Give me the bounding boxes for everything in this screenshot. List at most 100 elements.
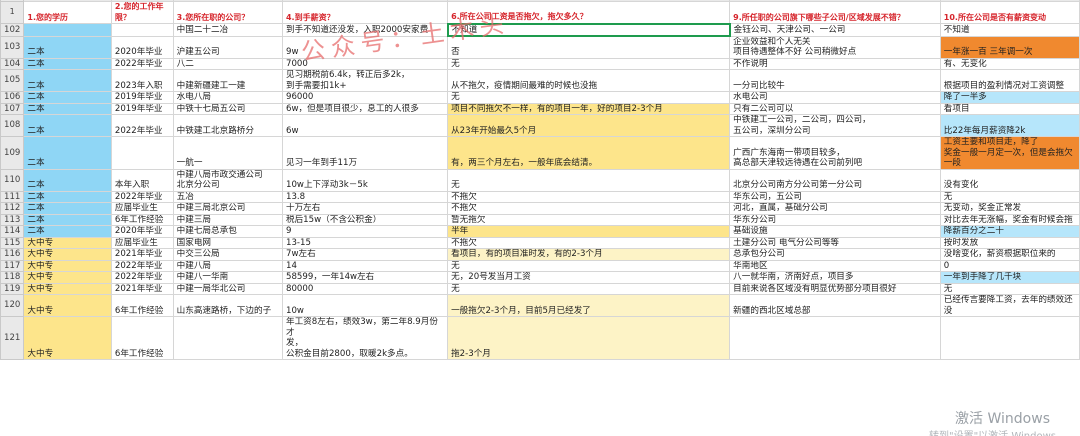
cell-arrears[interactable]: 无 <box>447 168 731 192</box>
cell-salary-change[interactable]: 降了一半多 <box>939 91 1080 104</box>
cell-salary[interactable]: 10w <box>281 294 449 317</box>
header-cell-salary-change[interactable]: 10.所在公司是否有薪资变动 <box>939 1 1080 24</box>
cell-arrears[interactable]: 从23年开始最久5个月 <box>447 114 731 137</box>
cell-subsidiaries[interactable] <box>729 316 941 360</box>
cell-company[interactable]: 中建八局 <box>172 259 283 272</box>
row-number[interactable]: 109 <box>0 136 25 170</box>
header-cell-salary[interactable]: 4.到手薪资？ <box>281 1 449 24</box>
cell-education[interactable]: 二本 <box>23 69 112 92</box>
cell-education[interactable] <box>23 23 112 37</box>
cell-education[interactable]: 二本 <box>23 91 112 104</box>
cell-salary[interactable]: 96000 <box>281 91 449 104</box>
cell-subsidiaries[interactable]: 只有二公司可以 <box>729 102 941 115</box>
row-number[interactable]: 120 <box>0 294 25 317</box>
cell-years[interactable]: 6年工作经验 <box>110 294 174 317</box>
cell-salary-change[interactable]: 无 <box>939 190 1080 203</box>
row-number[interactable]: 112 <box>0 202 25 215</box>
cell-subsidiaries[interactable]: 八一就华南，济南好点，项目多 <box>729 271 941 284</box>
cell-company[interactable]: 中铁建工北京路桥分 <box>172 114 283 137</box>
cell-subsidiaries[interactable]: 目前来说各区域没有明显优势部分项目很好 <box>729 282 941 295</box>
cell-arrears[interactable]: 否 <box>447 35 731 59</box>
cell-arrears[interactable]: 无 <box>447 282 731 295</box>
cell-subsidiaries[interactable]: 企业效益和个人无关 项目待遇整体不好 公司稍微好点 <box>729 35 941 59</box>
cell-years[interactable]: 2022年毕业 <box>110 259 174 272</box>
cell-subsidiaries[interactable]: 河北，直属，基础分公司 <box>729 202 941 215</box>
row-number[interactable]: 102 <box>0 23 25 37</box>
cell-subsidiaries[interactable]: 华东公司，五公司 <box>729 190 941 203</box>
cell-salary-change[interactable]: 有、无变化 <box>939 57 1080 70</box>
cell-education[interactable]: 二本 <box>23 168 112 192</box>
cell-arrears[interactable]: 无 <box>447 57 731 70</box>
cell-years[interactable]: 本年入职 <box>110 168 174 192</box>
cell-arrears[interactable]: 无，20号发当月工资 <box>447 271 731 284</box>
cell-company[interactable]: 中国二十二冶 <box>172 23 283 37</box>
row-number[interactable]: 119 <box>0 282 25 295</box>
header-cell-arrears[interactable]: 6.所在公司工资是否拖欠，拖欠多久？ <box>447 1 731 24</box>
cell-salary-change[interactable] <box>939 316 1080 360</box>
cell-years[interactable] <box>110 23 174 37</box>
cell-salary-change[interactable]: 0 <box>939 259 1080 272</box>
cell-subsidiaries[interactable]: 华东分公司 <box>729 213 941 226</box>
cell-salary[interactable]: 税后15w（不含公积金） <box>281 213 449 226</box>
cell-arrears[interactable]: 不拖欠 <box>447 202 731 215</box>
data-grid[interactable]: A B C D E F G 1 1.您的学历 2.您的工作年限？ 3.您所在职的… <box>0 0 1080 360</box>
cell-company[interactable]: 水电八局 <box>172 91 283 104</box>
cell-education[interactable]: 大中专 <box>23 282 112 295</box>
cell-salary[interactable]: 14 <box>281 259 449 272</box>
row-number[interactable]: 116 <box>0 248 25 261</box>
spreadsheet[interactable]: A B C D E F G 1 1.您的学历 2.您的工作年限？ 3.您所在职的… <box>0 0 1080 436</box>
cell-salary-change[interactable]: 对比去年无涨幅，奖金有时候会拖 <box>939 213 1080 226</box>
row-number[interactable]: 121 <box>0 316 25 360</box>
cell-salary[interactable]: 7w左右 <box>281 248 449 261</box>
cell-arrears[interactable]: 从不拖欠，疫情期间最难的时候也没拖 <box>447 69 731 92</box>
cell-company[interactable]: 中建三局北京公司 <box>172 202 283 215</box>
cell-education[interactable]: 大中专 <box>23 271 112 284</box>
cell-salary[interactable]: 见习一年到手11万 <box>281 136 449 170</box>
cell-arrears[interactable]: 有，两三个月左右，一般年底会结清。 <box>447 136 731 170</box>
row-number[interactable]: 115 <box>0 236 25 249</box>
header-cell-subsidiaries[interactable]: 9.所任职的公司旗下哪些子公司/区域发展不错？ <box>729 1 941 24</box>
cell-years[interactable]: 应届毕业生 <box>110 236 174 249</box>
cell-education[interactable]: 二本 <box>23 202 112 215</box>
cell-salary-change[interactable]: 一年到手降了几千块 <box>939 271 1080 284</box>
cell-education[interactable]: 大中专 <box>23 236 112 249</box>
cell-years[interactable]: 应届毕业生 <box>110 202 174 215</box>
cell-salary[interactable]: 6w <box>281 114 449 137</box>
cell-company[interactable]: 山东高速路桥，下边的子 <box>172 294 283 317</box>
cell-education[interactable]: 二本 <box>23 35 112 59</box>
row-number[interactable]: 110 <box>0 168 25 192</box>
cell-salary-change[interactable]: 已经传言要降工资，去年的绩效还没 <box>939 294 1080 317</box>
row-number[interactable]: 104 <box>0 57 25 70</box>
cell-arrears[interactable]: 一般拖欠2-3个月，目前5月已经发了 <box>447 294 731 317</box>
cell-arrears[interactable]: 无 <box>447 91 731 104</box>
row-number[interactable]: 114 <box>0 225 25 238</box>
row-number[interactable]: 111 <box>0 190 25 203</box>
cell-years[interactable]: 6年工作经验 <box>110 213 174 226</box>
row-number[interactable]: 118 <box>0 271 25 284</box>
cell-education[interactable]: 二本 <box>23 102 112 115</box>
cell-company[interactable] <box>172 316 283 360</box>
cell-subsidiaries[interactable]: 华南地区 <box>729 259 941 272</box>
cell-salary[interactable]: 十万左右 <box>281 202 449 215</box>
cell-education[interactable]: 二本 <box>23 190 112 203</box>
row-number[interactable]: 107 <box>0 102 25 115</box>
header-cell-company[interactable]: 3.您所在职的公司？ <box>172 1 283 24</box>
cell-years[interactable] <box>110 136 174 170</box>
cell-salary-change[interactable]: 不知道 <box>939 23 1080 37</box>
cell-salary-change[interactable]: 没有变化 <box>939 168 1080 192</box>
cell-years[interactable]: 6年工作经验 <box>110 316 174 360</box>
cell-arrears[interactable]: 不知道 <box>446 22 731 37</box>
cell-company[interactable]: 一航一 <box>172 136 283 170</box>
header-cell-education[interactable]: 1.您的学历 <box>23 1 112 24</box>
cell-company[interactable]: 八二 <box>172 57 283 70</box>
cell-education[interactable]: 大中专 <box>23 248 112 261</box>
cell-company[interactable]: 中建新疆建工一建 <box>172 69 283 92</box>
cell-years[interactable]: 2019年毕业 <box>110 91 174 104</box>
cell-arrears[interactable]: 看项目，有的项目准时发，有的2-3个月 <box>447 248 731 261</box>
cell-salary-change[interactable]: 根据项目的盈利情况对工资调整 <box>939 69 1080 92</box>
cell-subsidiaries[interactable]: 中铁建工一公司，二公司，四公司， 五公司，深圳分公司 <box>729 114 941 137</box>
cell-education[interactable]: 二本 <box>23 136 112 170</box>
row-number[interactable]: 117 <box>0 259 25 272</box>
cell-education[interactable]: 二本 <box>23 225 112 238</box>
cell-salary[interactable]: 58599，一年14w左右 <box>281 271 449 284</box>
